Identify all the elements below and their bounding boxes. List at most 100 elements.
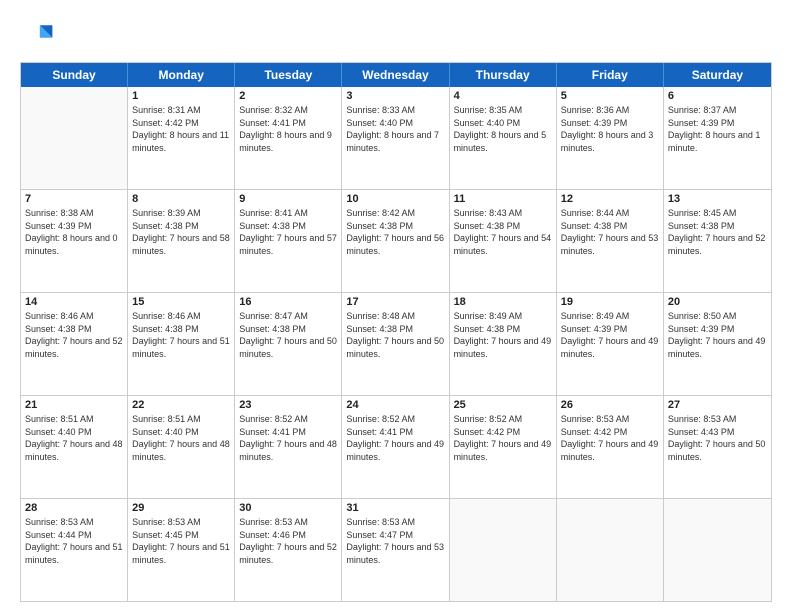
daylight: Daylight: 7 hours and 49 minutes. xyxy=(346,438,444,463)
daylight: Daylight: 7 hours and 53 minutes. xyxy=(346,541,444,566)
day-info: Sunrise: 8:50 AMSunset: 4:39 PMDaylight:… xyxy=(668,310,767,360)
day-number: 21 xyxy=(25,399,123,411)
sunrise: Sunrise: 8:51 AM xyxy=(132,413,230,426)
day-info: Sunrise: 8:37 AMSunset: 4:39 PMDaylight:… xyxy=(668,104,767,154)
calendar-cell: 5Sunrise: 8:36 AMSunset: 4:39 PMDaylight… xyxy=(557,87,664,189)
day-info: Sunrise: 8:46 AMSunset: 4:38 PMDaylight:… xyxy=(25,310,123,360)
calendar-row: 1Sunrise: 8:31 AMSunset: 4:42 PMDaylight… xyxy=(21,87,771,190)
sunrise: Sunrise: 8:51 AM xyxy=(25,413,123,426)
sunset: Sunset: 4:39 PM xyxy=(561,323,659,336)
day-number: 19 xyxy=(561,296,659,308)
day-number: 26 xyxy=(561,399,659,411)
header xyxy=(20,18,772,54)
day-header: Friday xyxy=(557,63,664,87)
sunset: Sunset: 4:44 PM xyxy=(25,529,123,542)
day-number: 29 xyxy=(132,502,230,514)
calendar-cell: 14 Sunrise: 8:46 AMSunset: 4:38 PMDayligh… xyxy=(21,293,128,395)
day-info: Sunrise: 8:33 AMSunset: 4:40 PMDaylight:… xyxy=(346,104,444,154)
calendar-cell: 2Sunrise: 8:32 AMSunset: 4:41 PMDaylight… xyxy=(235,87,342,189)
sunrise: Sunrise: 8:53 AM xyxy=(25,516,123,529)
sunset: Sunset: 4:40 PM xyxy=(132,426,230,439)
sunset: Sunset: 4:45 PM xyxy=(132,529,230,542)
daylight: Daylight: 7 hours and 49 minutes. xyxy=(454,438,552,463)
sunset: Sunset: 4:43 PM xyxy=(668,426,767,439)
daylight: Daylight: 7 hours and 48 minutes. xyxy=(239,438,337,463)
daylight: Daylight: 7 hours and 52 minutes. xyxy=(25,335,123,360)
sunrise: Sunrise: 8:32 AM xyxy=(239,104,337,117)
calendar-cell: 31Sunrise: 8:53 AMSunset: 4:47 PMDayligh… xyxy=(342,499,449,601)
day-number: 2 xyxy=(239,90,337,102)
calendar-cell xyxy=(21,87,128,189)
sunset: Sunset: 4:38 PM xyxy=(239,323,337,336)
daylight: Daylight: 7 hours and 49 minutes. xyxy=(561,335,659,360)
calendar-cell: 4Sunrise: 8:35 AMSunset: 4:40 PMDaylight… xyxy=(450,87,557,189)
day-info: Sunrise: 8:52 AMSunset: 4:41 PMDaylight:… xyxy=(346,413,444,463)
day-info: Sunrise: 8:52 AMSunset: 4:41 PMDaylight:… xyxy=(239,413,337,463)
calendar-cell: 28Sunrise: 8:53 AMSunset: 4:44 PMDayligh… xyxy=(21,499,128,601)
sunset: Sunset: 4:41 PM xyxy=(239,426,337,439)
sunset: Sunset: 4:42 PM xyxy=(561,426,659,439)
sunrise: Sunrise: 8:52 AM xyxy=(239,413,337,426)
day-number: 24 xyxy=(346,399,444,411)
sunrise: Sunrise: 8:46 AM xyxy=(132,310,230,323)
calendar-cell xyxy=(664,499,771,601)
daylight: Daylight: 7 hours and 50 minutes. xyxy=(346,335,444,360)
day-number: 14 xyxy=(25,296,123,308)
sunrise: Sunrise: 8:49 AM xyxy=(454,310,552,323)
sunset: Sunset: 4:42 PM xyxy=(132,117,230,130)
sunrise: Sunrise: 8:42 AM xyxy=(346,207,444,220)
sunrise: Sunrise: 8:44 AM xyxy=(561,207,659,220)
sunset: Sunset: 4:38 PM xyxy=(132,323,230,336)
day-number: 5 xyxy=(561,90,659,102)
sunrise: Sunrise: 8:53 AM xyxy=(132,516,230,529)
daylight: Daylight: 7 hours and 49 minutes. xyxy=(561,438,659,463)
sunrise: Sunrise: 8:50 AM xyxy=(668,310,767,323)
day-info: Sunrise: 8:49 AMSunset: 4:39 PMDaylight:… xyxy=(561,310,659,360)
sunrise: Sunrise: 8:52 AM xyxy=(454,413,552,426)
daylight: Daylight: 8 hours and 3 minutes. xyxy=(561,129,659,154)
sunset: Sunset: 4:47 PM xyxy=(346,529,444,542)
sunset: Sunset: 4:38 PM xyxy=(346,220,444,233)
day-number: 28 xyxy=(25,502,123,514)
daylight: Daylight: 7 hours and 54 minutes. xyxy=(454,232,552,257)
calendar-row: 28Sunrise: 8:53 AMSunset: 4:44 PMDayligh… xyxy=(21,499,771,601)
sunrise: Sunrise: 8:43 AM xyxy=(454,207,552,220)
logo xyxy=(20,18,60,54)
day-info: Sunrise: 8:43 AMSunset: 4:38 PMDaylight:… xyxy=(454,207,552,257)
sunrise: Sunrise: 8:53 AM xyxy=(561,413,659,426)
sunrise: Sunrise: 8:53 AM xyxy=(239,516,337,529)
sunrise: Sunrise: 8:41 AM xyxy=(239,207,337,220)
calendar-cell: 29 Sunrise: 8:53 AMSunset: 4:45 PMDayligh… xyxy=(128,499,235,601)
day-number: 15 xyxy=(132,296,230,308)
day-number: 27 xyxy=(668,399,767,411)
day-number: 13 xyxy=(668,193,767,205)
day-number: 23 xyxy=(239,399,337,411)
sunset: Sunset: 4:38 PM xyxy=(239,220,337,233)
day-info: Sunrise: 8:51 AMSunset: 4:40 PMDaylight:… xyxy=(132,413,230,463)
sunrise: Sunrise: 8:39 AM xyxy=(132,207,230,220)
daylight: Daylight: 7 hours and 50 minutes. xyxy=(239,335,337,360)
sunrise: Sunrise: 8:52 AM xyxy=(346,413,444,426)
calendar-cell: 20Sunrise: 8:50 AMSunset: 4:39 PMDayligh… xyxy=(664,293,771,395)
calendar-cell xyxy=(450,499,557,601)
sunrise: Sunrise: 8:53 AM xyxy=(346,516,444,529)
day-info: Sunrise: 8:42 AMSunset: 4:38 PMDaylight:… xyxy=(346,207,444,257)
sunset: Sunset: 4:40 PM xyxy=(346,117,444,130)
calendar-cell: 11 Sunrise: 8:43 AMSunset: 4:38 PMDayligh… xyxy=(450,190,557,292)
sunset: Sunset: 4:38 PM xyxy=(561,220,659,233)
day-number: 22 xyxy=(132,399,230,411)
day-number: 17 xyxy=(346,296,444,308)
calendar-cell: 7Sunrise: 8:38 AMSunset: 4:39 PMDaylight… xyxy=(21,190,128,292)
calendar-cell: 8Sunrise: 8:39 AMSunset: 4:38 PMDaylight… xyxy=(128,190,235,292)
daylight: Daylight: 7 hours and 51 minutes. xyxy=(132,541,230,566)
sunrise: Sunrise: 8:53 AM xyxy=(668,413,767,426)
day-info: Sunrise: 8:53 AMSunset: 4:43 PMDaylight:… xyxy=(668,413,767,463)
calendar-row: 21Sunrise: 8:51 AMSunset: 4:40 PMDayligh… xyxy=(21,396,771,499)
calendar-cell: 3Sunrise: 8:33 AMSunset: 4:40 PMDaylight… xyxy=(342,87,449,189)
daylight: Daylight: 7 hours and 57 minutes. xyxy=(239,232,337,257)
day-number: 11 xyxy=(454,193,552,205)
sunset: Sunset: 4:38 PM xyxy=(668,220,767,233)
daylight: Daylight: 7 hours and 56 minutes. xyxy=(346,232,444,257)
calendar-cell: 16Sunrise: 8:47 AMSunset: 4:38 PMDayligh… xyxy=(235,293,342,395)
calendar-header: SundayMondayTuesdayWednesdayThursdayFrid… xyxy=(21,63,771,87)
